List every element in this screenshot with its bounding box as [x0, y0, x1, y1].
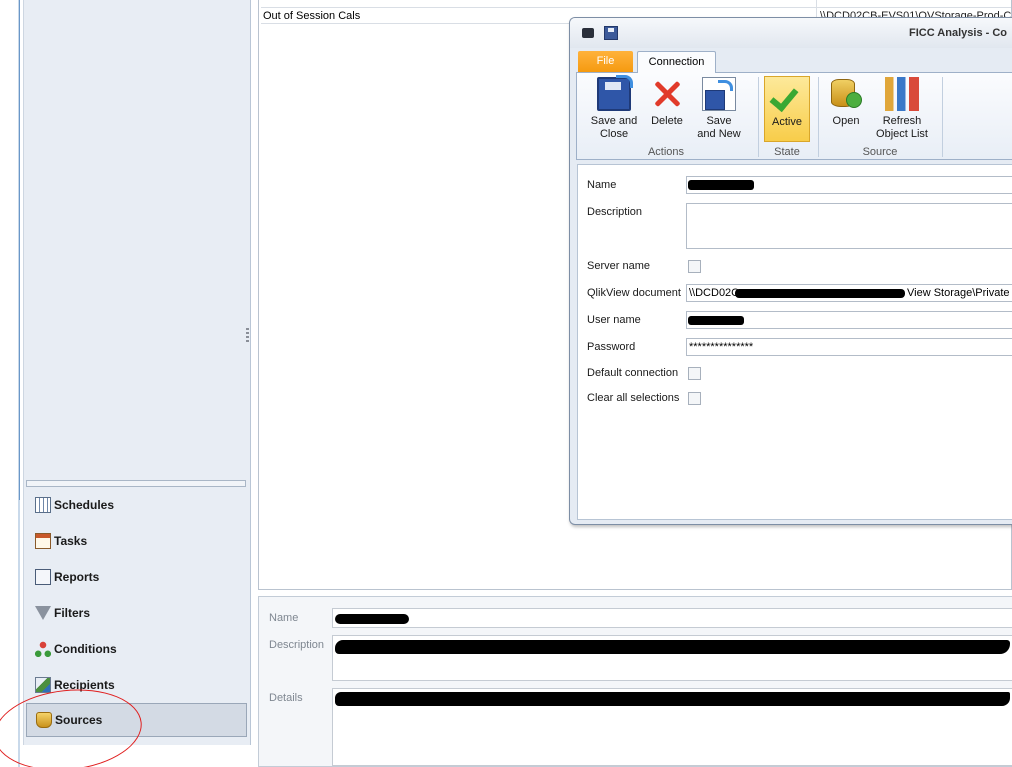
- checkmark-icon: [770, 78, 804, 112]
- save-and-close-button[interactable]: Save and Close: [585, 75, 643, 141]
- qlikview-document-label: QlikView document: [587, 287, 681, 299]
- conditions-icon: [35, 641, 51, 657]
- tasks-icon: [35, 533, 51, 549]
- refresh-list-icon: [885, 77, 919, 111]
- dialog-title: FICC Analysis - Co: [909, 27, 1007, 39]
- nav-item-label: Reports: [54, 570, 100, 584]
- qlikview-document-value-start: \\DCD02C: [689, 287, 740, 299]
- details-panel: Name Description Details: [258, 596, 1012, 767]
- name-input[interactable]: [686, 176, 1012, 194]
- nav-item-label: Sources: [55, 713, 103, 727]
- details-details-label: Details: [269, 692, 303, 704]
- ribbon-group-actions: Actions: [647, 146, 685, 158]
- qlikview-document-value-end: View Storage\Private D: [907, 287, 1012, 299]
- nav-item-label: Recipients: [54, 678, 115, 692]
- delete-label: Delete: [651, 115, 683, 127]
- ribbon-group-source: Source: [862, 146, 898, 158]
- open-icon-wrap: [829, 77, 863, 111]
- redaction-mark: [688, 316, 744, 325]
- nav-item-filters[interactable]: Filters: [26, 596, 247, 630]
- qlikview-document-input[interactable]: \\DCD02C View Storage\Private D: [686, 284, 1012, 302]
- recipients-icon: [35, 677, 51, 693]
- source-connection-dialog: FICC Analysis - Co File Connection Save …: [569, 17, 1012, 525]
- nav-item-label: Tasks: [54, 534, 88, 548]
- nav-item-recipients[interactable]: Recipients: [26, 668, 247, 702]
- nav-item-schedules[interactable]: Schedules: [26, 488, 247, 522]
- active-toggle-button[interactable]: Active: [764, 76, 810, 142]
- default-connection-checkbox[interactable]: [688, 367, 701, 380]
- nav-item-sources[interactable]: Sources: [26, 703, 247, 737]
- nav-item-label: Conditions: [54, 642, 117, 656]
- details-description-field: [332, 635, 1012, 681]
- schedules-icon: [35, 497, 51, 513]
- save-close-icon: [597, 75, 633, 111]
- nav-item-reports[interactable]: Reports: [26, 560, 247, 594]
- nav-item-label: Schedules: [54, 498, 115, 512]
- refresh-object-list-button[interactable]: Refresh Object List: [869, 77, 935, 141]
- clear-all-selections-label: Clear all selections: [587, 392, 680, 404]
- user-name-label: User name: [587, 314, 641, 326]
- save-and-new-button[interactable]: Save and New: [691, 77, 747, 141]
- save-and-new-label: Save and New: [697, 115, 741, 140]
- nav-item-label: Filters: [54, 606, 91, 620]
- description-label: Description: [587, 206, 643, 218]
- redaction-mark: [335, 614, 409, 624]
- details-details-field: [332, 688, 1012, 766]
- name-label: Name: [587, 179, 617, 191]
- details-name-label: Name: [269, 612, 299, 624]
- window-left-border: [19, 0, 20, 500]
- ribbon-toolbar: Save and Close Delete Save and New Actio…: [576, 72, 1012, 160]
- nav-item-conditions[interactable]: Conditions: [26, 632, 247, 666]
- filter-icon: [35, 606, 51, 620]
- pane-resize-grip[interactable]: [246, 328, 249, 344]
- password-label: Password: [587, 341, 636, 353]
- delete-icon: [650, 77, 684, 111]
- ribbon-separator: [758, 77, 759, 157]
- database-icon: [36, 712, 52, 728]
- refresh-object-list-label: Refresh Object List: [876, 115, 928, 140]
- clear-all-selections-checkbox[interactable]: [688, 392, 701, 405]
- ribbon-separator: [942, 77, 943, 157]
- ribbon-group-state: State: [774, 146, 800, 158]
- save-and-close-label: Save and Close: [590, 115, 638, 140]
- save-icon[interactable]: [604, 26, 618, 40]
- open-label: Open: [832, 115, 860, 127]
- connection-form: Name Description Server name QlikView do…: [577, 164, 1012, 520]
- details-description-label: Description: [269, 639, 325, 651]
- user-name-input[interactable]: [686, 311, 1012, 329]
- redaction-mark: [335, 692, 1010, 706]
- server-name-checkbox[interactable]: [688, 260, 701, 273]
- password-input[interactable]: ***************: [686, 338, 1012, 356]
- delete-button[interactable]: Delete: [645, 77, 689, 128]
- database-open-icon: [831, 79, 862, 108]
- app-menu-icon[interactable]: [582, 28, 594, 38]
- details-name-field: [332, 608, 1012, 628]
- nav-pane-splitter[interactable]: [26, 480, 246, 487]
- default-connection-label: Default connection: [587, 367, 679, 379]
- ribbon-separator: [818, 77, 819, 157]
- save-new-icon: [702, 77, 736, 111]
- tab-file[interactable]: File: [578, 51, 633, 72]
- redaction-mark: [335, 640, 1010, 654]
- active-label: Active: [772, 116, 802, 128]
- dialog-titlebar[interactable]: FICC Analysis - Co: [570, 18, 1012, 48]
- redaction-mark: [688, 180, 754, 190]
- navigation-pane: Schedules Tasks Reports Filters Conditio…: [23, 0, 251, 745]
- open-button[interactable]: Open: [825, 77, 867, 128]
- nav-item-tasks[interactable]: Tasks: [26, 524, 247, 558]
- description-input[interactable]: [686, 203, 1012, 249]
- row-name: Out of Session Cals: [263, 10, 361, 22]
- tab-connection[interactable]: Connection: [637, 51, 716, 73]
- server-name-label: Server name: [587, 260, 650, 272]
- redaction-mark: [735, 289, 905, 298]
- reports-icon: [35, 569, 51, 585]
